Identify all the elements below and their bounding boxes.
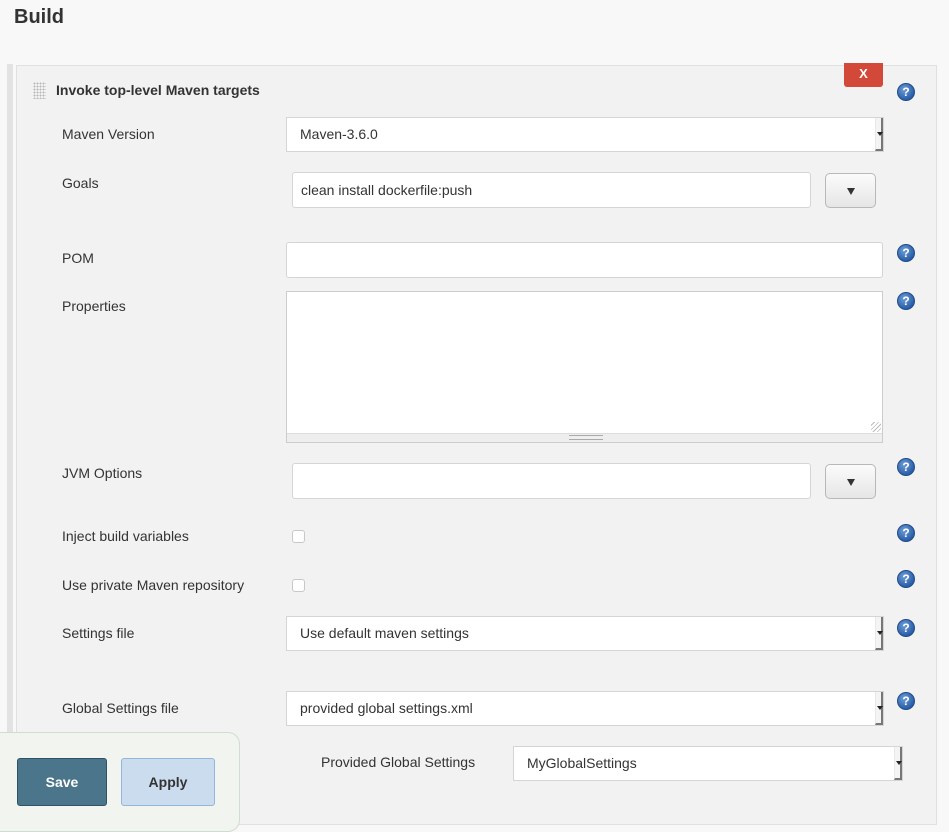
goals-expand-button[interactable] bbox=[825, 173, 876, 208]
settings-file-label: Settings file bbox=[62, 625, 135, 641]
goals-input[interactable]: clean install dockerfile:push bbox=[292, 172, 811, 208]
maven-version-value: Maven-3.6.0 bbox=[300, 126, 378, 142]
maven-version-select[interactable]: Maven-3.6.0 bbox=[286, 117, 884, 152]
section-heading-build: Build bbox=[14, 6, 64, 28]
help-icon[interactable]: ? bbox=[897, 83, 915, 101]
pom-input[interactable] bbox=[286, 242, 883, 278]
pom-label: POM bbox=[62, 250, 94, 266]
help-icon[interactable]: ? bbox=[897, 292, 915, 310]
help-icon[interactable]: ? bbox=[897, 524, 915, 542]
apply-button[interactable]: Apply bbox=[121, 758, 215, 806]
goals-value: clean install dockerfile:push bbox=[301, 182, 473, 198]
delete-step-button[interactable]: X bbox=[844, 63, 883, 87]
provided-global-settings-value: MyGlobalSettings bbox=[527, 755, 637, 771]
inject-build-variables-label: Inject build variables bbox=[62, 528, 189, 544]
global-settings-file-select[interactable]: provided global settings.xml bbox=[286, 691, 884, 726]
jvm-options-label: JVM Options bbox=[62, 465, 143, 481]
provided-global-settings-label: Provided Global Settings bbox=[321, 754, 476, 770]
goals-label: Goals bbox=[62, 175, 99, 191]
help-icon[interactable]: ? bbox=[897, 619, 915, 637]
provided-global-settings-select[interactable]: MyGlobalSettings bbox=[513, 746, 903, 781]
chevron-down-icon bbox=[894, 747, 902, 780]
maven-version-label: Maven Version bbox=[62, 126, 155, 142]
settings-file-value: Use default maven settings bbox=[300, 625, 469, 641]
section-left-border bbox=[7, 64, 13, 824]
help-icon[interactable]: ? bbox=[897, 458, 915, 476]
use-private-repo-label: Use private Maven repository bbox=[62, 577, 245, 593]
use-private-repo-checkbox[interactable] bbox=[292, 579, 305, 592]
global-settings-file-label: Global Settings file bbox=[62, 700, 179, 716]
jvm-options-input[interactable] bbox=[292, 463, 811, 499]
settings-file-select[interactable]: Use default maven settings bbox=[286, 616, 884, 651]
save-button[interactable]: Save bbox=[17, 758, 107, 806]
properties-label: Properties bbox=[62, 298, 126, 314]
inject-build-variables-checkbox[interactable] bbox=[292, 530, 305, 543]
properties-textarea[interactable] bbox=[286, 291, 883, 443]
help-icon[interactable]: ? bbox=[897, 692, 915, 710]
drag-handle-icon[interactable] bbox=[33, 82, 46, 99]
global-settings-file-value: provided global settings.xml bbox=[300, 700, 473, 716]
grip-icon bbox=[569, 435, 603, 440]
chevron-down-icon bbox=[875, 118, 883, 151]
textarea-expand-bar[interactable] bbox=[287, 433, 882, 442]
resize-handle-icon[interactable] bbox=[871, 422, 881, 432]
chevron-down-icon bbox=[875, 692, 883, 725]
jvm-options-expand-button[interactable] bbox=[825, 464, 876, 499]
help-icon[interactable]: ? bbox=[897, 244, 915, 262]
chevron-down-icon bbox=[875, 617, 883, 650]
build-step-title: Invoke top-level Maven targets bbox=[56, 82, 260, 98]
help-icon[interactable]: ? bbox=[897, 570, 915, 588]
